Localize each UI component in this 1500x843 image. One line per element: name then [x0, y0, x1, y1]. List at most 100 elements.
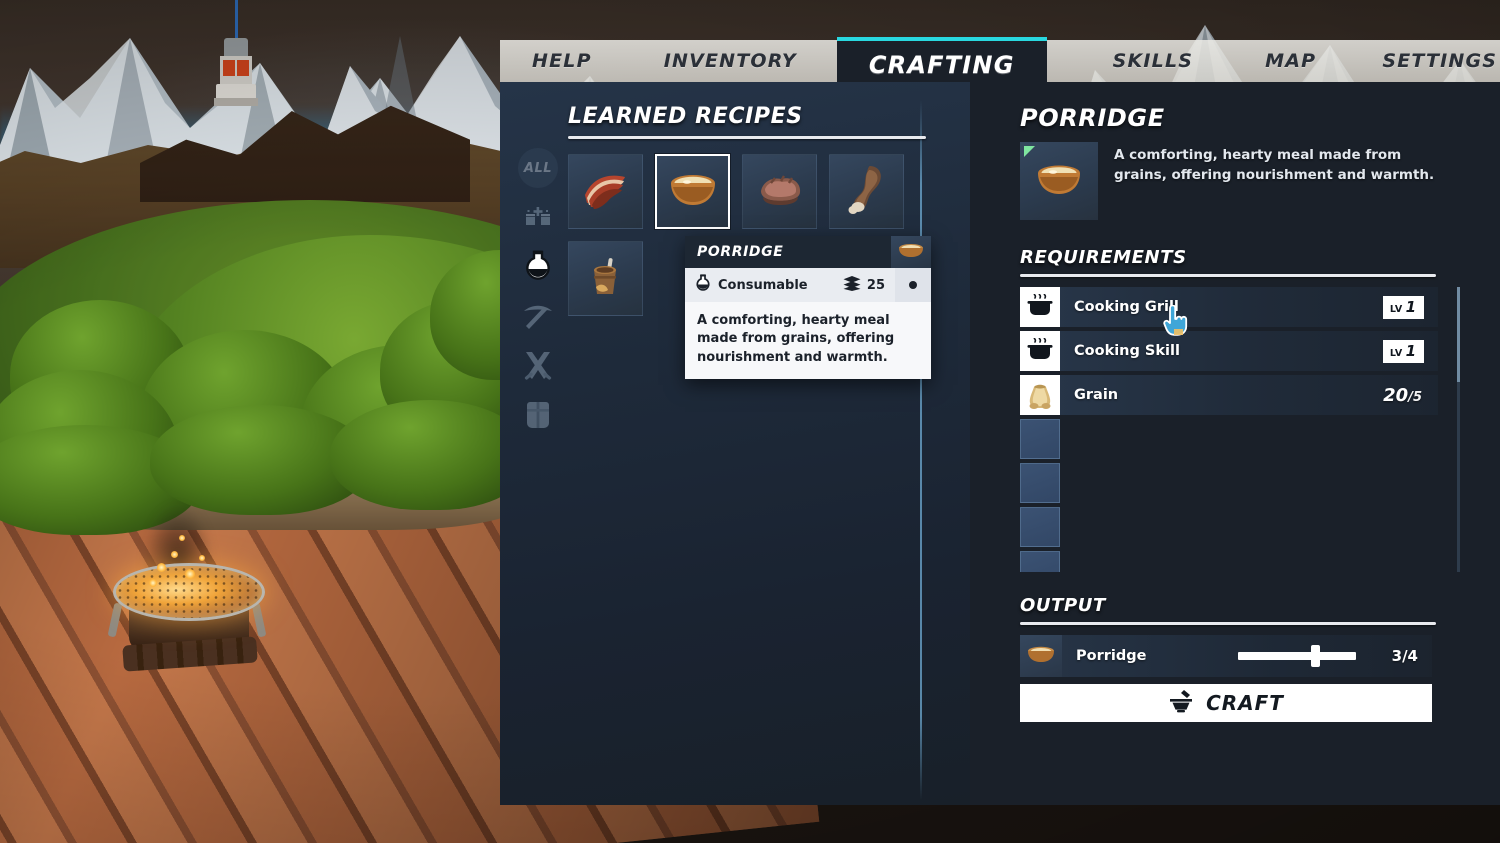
requirements-list: Cooking Grill LV 1 Cooking Skill LV 1 Gr… — [1020, 287, 1438, 572]
output-count-label: 3/4 — [1391, 647, 1418, 665]
category-all-label: ALL — [523, 160, 553, 176]
category-weapons[interactable] — [518, 348, 558, 388]
cooking-pot-icon — [1020, 331, 1060, 371]
output-item-name: Porridge — [1076, 648, 1147, 664]
empty-slot — [1020, 463, 1060, 503]
crafting-panel: ALL LEARNED RECIPES PORRIDGE Consumable … — [500, 82, 1500, 805]
tooltip-item-type: Consumable — [695, 274, 808, 296]
requirement-level-badge: LV 1 — [1382, 339, 1424, 363]
structures-icon — [525, 204, 551, 233]
porridge-bowl-icon — [666, 169, 720, 214]
level-prefix: LV — [1389, 347, 1403, 359]
tooltip-marker — [895, 268, 931, 302]
category-all[interactable]: ALL — [518, 148, 558, 188]
detail-item-icon — [1020, 142, 1098, 220]
output-item-icon — [1020, 635, 1062, 677]
porridge-bowl-icon — [897, 242, 925, 263]
title-underline — [1020, 622, 1436, 625]
stack-layers-icon — [843, 275, 861, 295]
requirement-row[interactable]: Cooking Grill LV 1 — [1020, 287, 1438, 327]
porridge-bowl-icon — [1033, 160, 1085, 203]
tab-skills[interactable]: SKILLS — [1103, 40, 1204, 82]
output-title: OUTPUT — [1020, 595, 1106, 616]
tooltip-thumbnail — [891, 236, 931, 268]
detail-description: A comforting, hearty meal made from grai… — [1114, 147, 1435, 183]
output-header: OUTPUT — [1020, 595, 1438, 625]
requirement-empty-slot — [1020, 507, 1438, 547]
output-row: Porridge 3/4 — [1020, 635, 1432, 677]
empty-slot — [1020, 507, 1060, 547]
recipe-slot-bacon[interactable] — [568, 154, 643, 229]
requirement-level-badge: LV 1 — [1382, 295, 1424, 319]
armor-chest-icon — [524, 400, 552, 437]
tab-help[interactable]: HELP — [522, 40, 602, 82]
tooltip-title: PORRIDGE — [697, 244, 784, 260]
tooltip-meta-row: Consumable 25 — [685, 268, 931, 302]
pickaxe-icon — [523, 302, 553, 335]
cooking-grill-object — [105, 503, 280, 690]
pointing-hand-cursor — [1163, 304, 1189, 337]
learned-recipes-title: LEARNED RECIPES — [568, 104, 803, 129]
detail-title: PORRIDGE — [1020, 104, 1165, 132]
category-tools[interactable] — [518, 298, 558, 338]
requirements-title: REQUIREMENTS — [1020, 247, 1187, 268]
grain-sack-icon — [1020, 375, 1060, 415]
tooltip-description: A comforting, hearty meal made from grai… — [685, 302, 931, 380]
requirement-empty-slot — [1020, 419, 1438, 459]
tab-map[interactable]: MAP — [1255, 40, 1326, 82]
amount-have: 20 — [1383, 384, 1409, 406]
requirement-row[interactable]: Cooking Skill LV 1 — [1020, 331, 1438, 371]
item-tooltip: PORRIDGE Consumable 25 A comforting, hea… — [685, 236, 931, 380]
level-value: 1 — [1405, 341, 1416, 360]
requirement-row[interactable]: Grain 20/5 — [1020, 375, 1438, 415]
drumstick-icon — [847, 162, 887, 221]
game-screen: HELP INVENTORY CRAFTING SKILLS MAP SETTI… — [0, 0, 1500, 843]
recipe-slot-drumstick[interactable] — [829, 154, 904, 229]
empty-slot — [1020, 551, 1060, 572]
mortar-pestle-icon — [1168, 689, 1194, 718]
porridge-bowl-icon — [1026, 645, 1056, 668]
bucket-stew-icon — [582, 252, 630, 305]
crossed-swords-icon — [523, 351, 553, 386]
requirements-header: REQUIREMENTS — [1020, 247, 1438, 277]
category-consumables[interactable] — [518, 248, 558, 288]
level-prefix: LV — [1389, 303, 1403, 315]
recipe-slot-bucket-stew[interactable] — [568, 241, 643, 316]
potion-flask-icon — [523, 250, 553, 287]
category-armor[interactable] — [518, 398, 558, 438]
bacon-strips-icon — [579, 165, 633, 218]
scrollbar-thumb[interactable] — [1457, 287, 1460, 382]
requirement-empty-slot — [1020, 463, 1438, 503]
craft-button-label: CRAFT — [1206, 691, 1284, 715]
tab-settings[interactable]: SETTINGS — [1372, 40, 1500, 82]
potion-flask-icon — [695, 274, 711, 296]
tooltip-stack: 25 — [843, 275, 885, 295]
cooked-meat-icon — [753, 169, 807, 214]
craft-button[interactable]: CRAFT — [1020, 684, 1432, 722]
tooltip-type-label: Consumable — [718, 277, 808, 293]
learned-recipes-header: LEARNED RECIPES — [568, 104, 928, 139]
lighthouse-tower — [214, 0, 258, 110]
requirement-name: Grain — [1074, 387, 1119, 403]
cooking-pot-icon — [1020, 287, 1060, 327]
title-underline — [1020, 274, 1436, 277]
amount-need: /5 — [1408, 389, 1422, 405]
category-structures[interactable] — [518, 198, 558, 238]
output-quantity-slider[interactable] — [1238, 645, 1356, 667]
recipe-slot-cooked-meat[interactable] — [742, 154, 817, 229]
requirement-empty-slot — [1020, 551, 1438, 572]
recipe-detail-column: PORRIDGE A comforting, hearty meal made … — [1020, 82, 1460, 805]
recipe-row — [568, 154, 934, 229]
dot-icon — [909, 281, 917, 289]
title-underline — [568, 136, 926, 139]
tooltip-header: PORRIDGE — [685, 236, 931, 268]
recipe-slot-porridge[interactable] — [655, 154, 730, 229]
requirements-scrollbar[interactable] — [1457, 287, 1460, 572]
requirement-amount: 20/5 — [1383, 385, 1422, 406]
level-value: 1 — [1405, 297, 1416, 316]
quality-flag-icon — [1024, 146, 1035, 157]
empty-slot — [1020, 419, 1060, 459]
slider-thumb[interactable] — [1311, 645, 1321, 667]
detail-hero: A comforting, hearty meal made from grai… — [1020, 142, 1444, 220]
tab-inventory[interactable]: INVENTORY — [654, 40, 807, 82]
